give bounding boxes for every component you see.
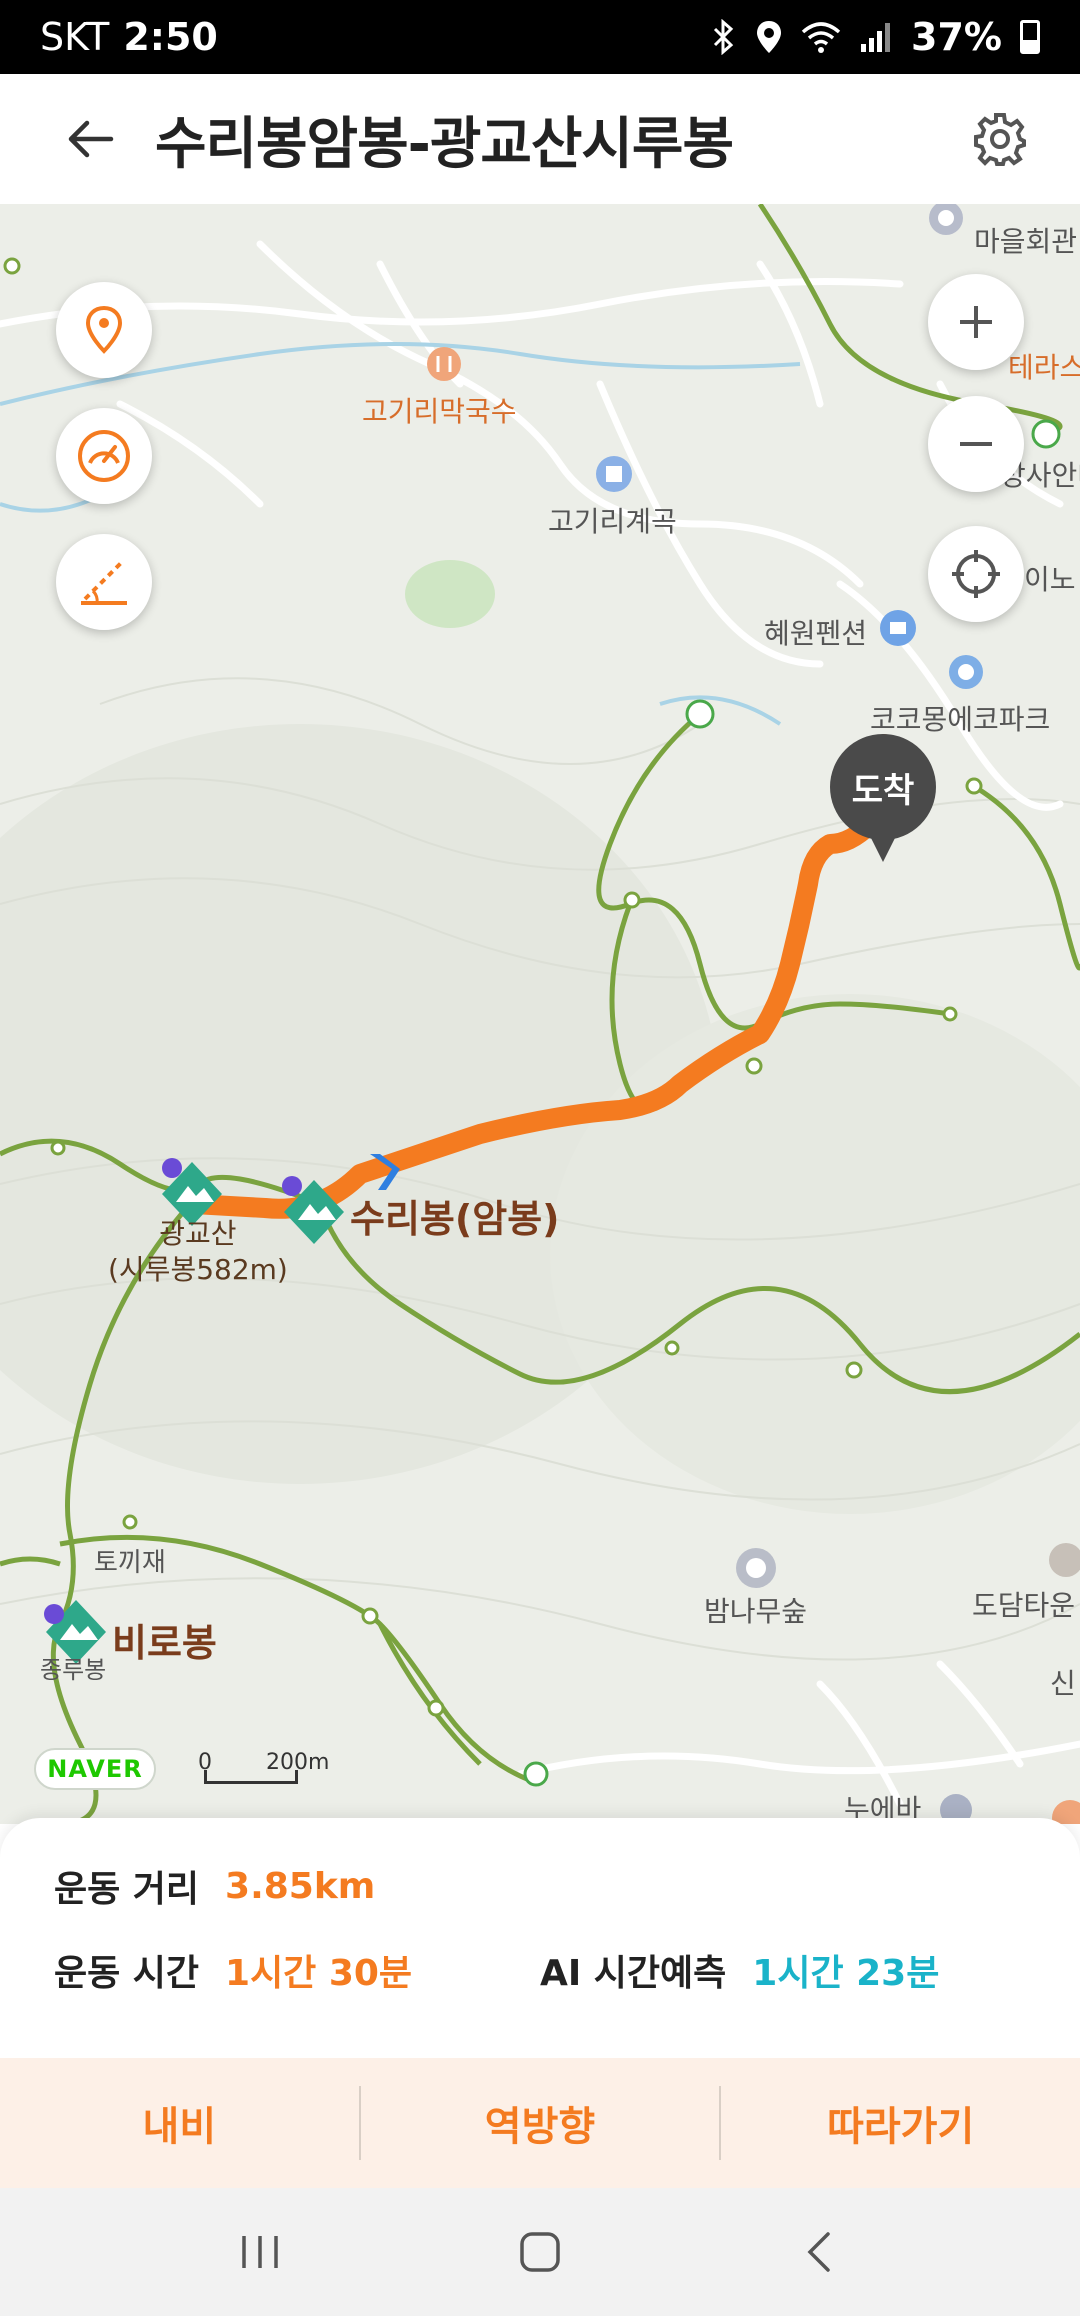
zoom-out-button[interactable] [928, 396, 1024, 492]
route-info-panel: 운동 거리 3.85km 운동 시간 1시간 30분 AI 시간예측 1시간 2… [0, 1818, 1080, 2058]
page-title: 수리봉암봉-광교산시루봉 [155, 111, 734, 177]
settings-button[interactable] [960, 99, 1040, 179]
map-label-ino[interactable]: 이노 [1024, 558, 1076, 598]
wifi-icon [801, 22, 841, 53]
status-bar: SKT 2:50 37% [0, 0, 1080, 74]
current-location-button[interactable] [928, 526, 1024, 622]
time-row: 운동 시간 1시간 30분 [54, 1944, 412, 1996]
battery-icon [1020, 20, 1040, 54]
signal-icon [861, 23, 891, 52]
status-icons: 37% [709, 15, 1040, 59]
back-button[interactable] [45, 94, 135, 184]
gear-icon [974, 113, 1026, 166]
time-label: 운동 시간 [54, 1953, 200, 1994]
peak-label-jongrubong[interactable]: 종루봉 [40, 1650, 106, 1685]
ai-prediction-value: 1시간 23분 [752, 1953, 940, 1994]
action-bar: 내비 역방향 따라가기 [0, 2058, 1080, 2188]
battery-percent: 37% [911, 15, 1002, 59]
home-button[interactable] [490, 2202, 590, 2302]
peak-label-birobong[interactable]: 비로봉 [112, 1612, 217, 1667]
bluetooth-icon [713, 19, 734, 55]
distance-row: 운동 거리 3.85km [54, 1860, 375, 1912]
carrier-label: SKT [40, 15, 110, 59]
minus-icon [960, 442, 992, 446]
ai-prediction-row: AI 시간예측 1시간 23분 [540, 1944, 939, 1996]
zoom-in-button[interactable] [928, 274, 1024, 370]
map-view[interactable]: 고기리막국수 고기리계곡 혜원펜션 코코몽에코파크 마을회관 테라스 방사안내 … [0, 204, 1080, 1824]
scale-bar [204, 1781, 298, 1784]
scale-tick-left [204, 1770, 207, 1784]
my-location-pin-button[interactable] [56, 282, 152, 378]
map-label-tokkijae[interactable]: 토끼재 [94, 1542, 166, 1579]
slope-icon [81, 561, 127, 605]
arrival-marker[interactable]: 도착 [830, 734, 936, 862]
chevron-left-icon [807, 2232, 830, 2272]
naver-logo: NAVER [34, 1748, 156, 1790]
peak-name: 광교산 [159, 1217, 237, 1250]
system-back-button[interactable] [770, 2202, 870, 2302]
map-label-cocomong-park[interactable]: 코코몽에코파크 [870, 698, 1050, 738]
navigation-button[interactable]: 내비 [0, 2058, 359, 2188]
system-navigation-bar [0, 2188, 1080, 2316]
time-value: 1시간 30분 [225, 1953, 413, 1994]
map-label-bamnamu-forest[interactable]: 밤나무숲 [704, 1590, 807, 1630]
map-label-hyewon-pension[interactable]: 혜원펜션 [764, 612, 867, 652]
peak-label-suribong[interactable]: 수리봉(암봉) [350, 1188, 560, 1243]
clock: 2:50 [123, 15, 218, 59]
crosshair-icon [952, 550, 1000, 598]
map-label-sin[interactable]: 신 [1050, 1662, 1076, 1702]
recent-apps-icon [242, 2236, 278, 2268]
map-label-gogiri-valley[interactable]: 고기리계곡 [548, 500, 677, 540]
follow-route-button[interactable]: 따라가기 [721, 2058, 1080, 2188]
plus-icon [960, 306, 992, 338]
reverse-direction-button[interactable]: 역방향 [361, 2058, 720, 2188]
map-canvas [0, 204, 1080, 1824]
arrow-left-icon [68, 120, 114, 158]
map-label-village-hall[interactable]: 마을회관 [974, 220, 1077, 260]
app-header: 수리봉암봉-광교산시루봉 [0, 74, 1080, 204]
recent-apps-button[interactable] [210, 2202, 310, 2302]
map-label-dodam-town[interactable]: 도담타운 [972, 1584, 1075, 1624]
distance-label: 운동 거리 [54, 1869, 200, 1910]
peak-elevation: (시루봉582m) [108, 1253, 288, 1286]
home-icon [520, 2232, 560, 2272]
map-label-gogiri-noodle[interactable]: 고기리막국수 [362, 390, 517, 430]
speed-button[interactable] [56, 408, 152, 504]
peak-label-gwanggyosan[interactable]: 광교산 (시루봉582m) [108, 1216, 288, 1288]
map-scale: 0 200m [196, 1750, 329, 1790]
distance-value: 3.85km [225, 1865, 376, 1907]
location-icon [757, 21, 782, 53]
scale-tick-right [295, 1770, 298, 1784]
location-pin-icon [85, 305, 123, 354]
elevation-button[interactable] [56, 534, 152, 630]
map-label-terrace[interactable]: 테라스 [1008, 346, 1080, 386]
speedometer-icon [78, 430, 130, 482]
ai-prediction-label: AI 시간예측 [540, 1953, 727, 1994]
